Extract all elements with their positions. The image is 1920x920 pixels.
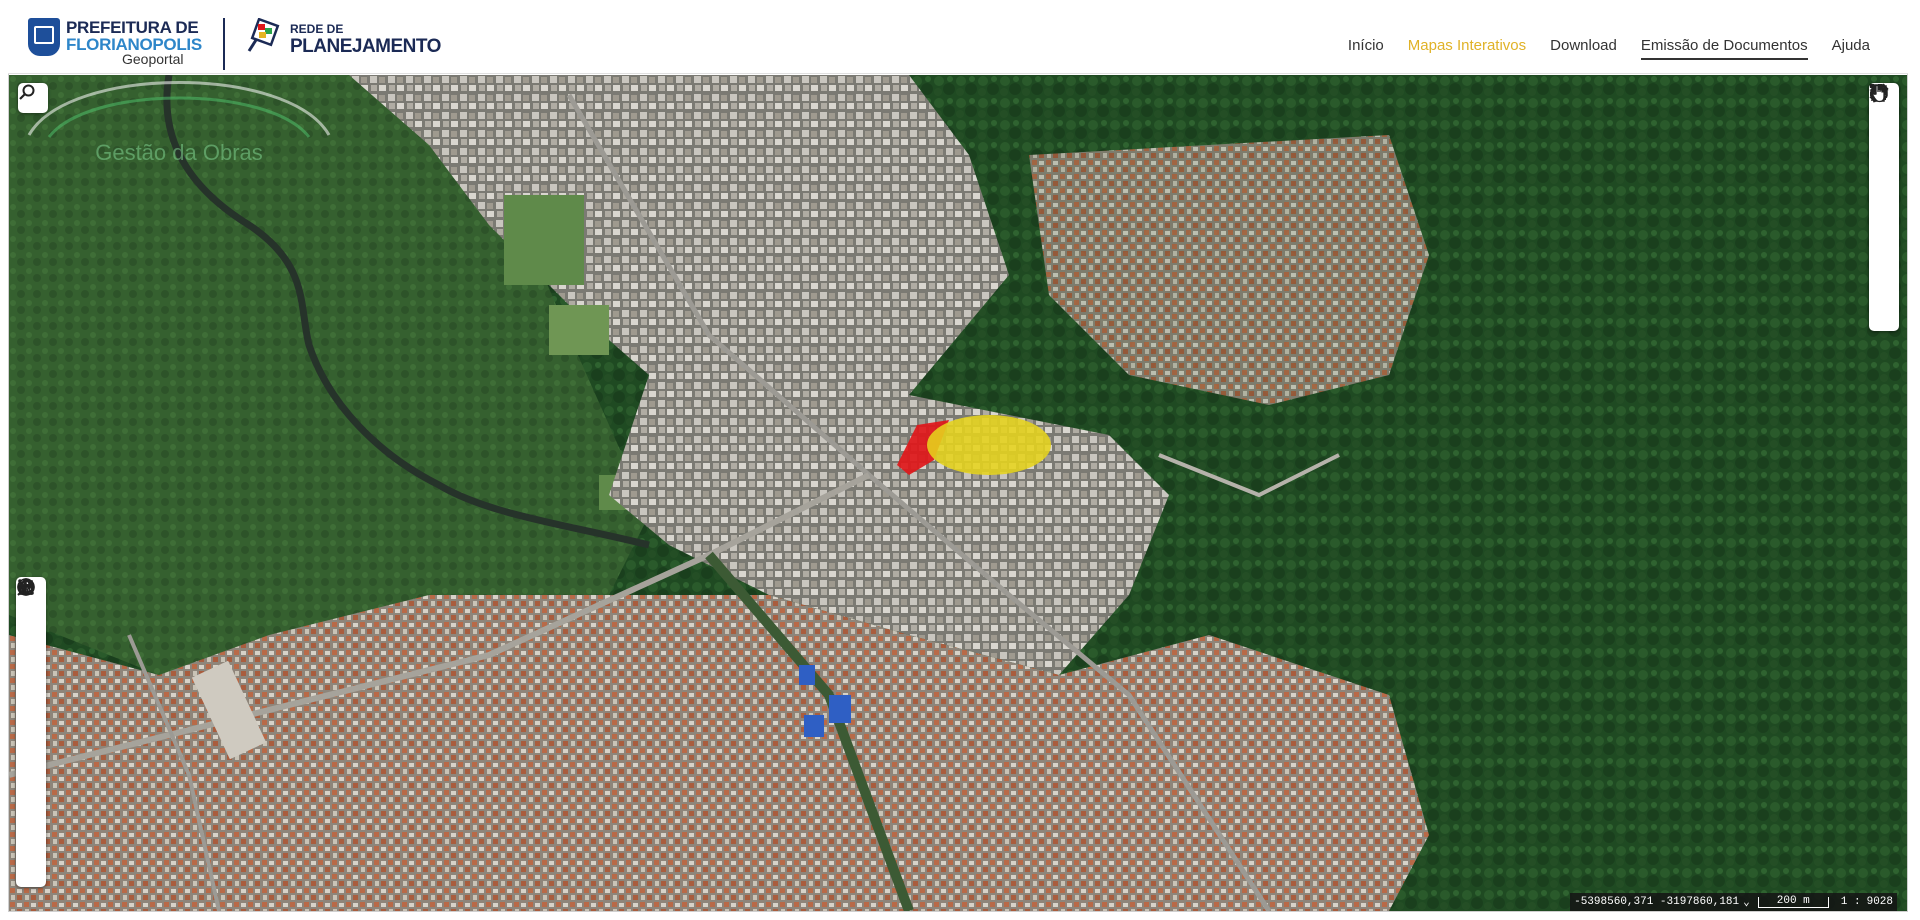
print-button[interactable] (1869, 84, 1899, 176)
export-button[interactable] (1869, 86, 1899, 300)
map-watermark: Gestão da Obras (27, 81, 331, 165)
area-select-icon (18, 579, 34, 595)
info-button[interactable] (1869, 85, 1899, 269)
rede-mark-icon (247, 18, 280, 52)
redo-button[interactable] (16, 580, 46, 825)
scale-bar: 200 m (1757, 895, 1829, 908)
search-icon (19, 84, 35, 100)
rede-planejamento-logo[interactable]: REDE DE PLANEJAMENTO (242, 14, 441, 68)
satellite-imagery (9, 75, 1907, 911)
draw-button[interactable] (1869, 84, 1899, 238)
city-crest-icon (28, 18, 60, 56)
measure-button[interactable] (1869, 83, 1899, 207)
left-map-toolbar (16, 577, 46, 887)
watermark-text: Gestão da Obras (95, 140, 263, 165)
satellite-map[interactable]: Gestão da Obras -5398560,371 -3197860,18… (9, 75, 1907, 911)
scale-ratio-value[interactable]: 9028 (1867, 896, 1893, 908)
area-select-button[interactable] (16, 579, 46, 887)
zoom-out-button[interactable] (16, 585, 46, 701)
pan-button[interactable] (16, 578, 46, 732)
basemap-button[interactable] (1869, 84, 1899, 145)
scale-ratio-prefix: 1 : (1840, 896, 1861, 908)
prefeitura-logo[interactable]: PREFEITURA DE FLORIANOPOLIS Geoportal (28, 12, 206, 70)
nav-mapas-interativos[interactable]: Mapas Interativos (1408, 37, 1526, 60)
header: PREFEITURA DE FLORIANOPOLIS Geoportal RE… (8, 8, 1908, 74)
cursor-coordinates: -5398560,371 -3197860,181 (1574, 896, 1740, 908)
map-status-bar: -5398560,371 -3197860,181 ⌄ 200 m 1 : 90… (1570, 893, 1897, 911)
zoom-in-button[interactable] (16, 579, 46, 670)
nav-download[interactable]: Download (1550, 37, 1617, 60)
map-search-button[interactable] (18, 83, 48, 113)
identify-button[interactable] (1869, 84, 1899, 331)
nav-emissao-documentos[interactable]: Emissão de Documentos (1640, 37, 1808, 60)
undo-button[interactable] (16, 580, 46, 794)
identify-hand-icon (1871, 84, 1885, 103)
projection-dropdown-icon[interactable]: ⌄ (1743, 895, 1750, 909)
logo-subtitle: Geoportal (122, 51, 184, 67)
nav-inicio[interactable]: Início (1348, 37, 1384, 60)
right-map-toolbar (1869, 83, 1899, 331)
zoom-extent-button[interactable] (16, 579, 46, 639)
rede-title-line2: PLANEJAMENTO (290, 36, 441, 57)
logo-divider (223, 18, 225, 70)
nav-ajuda[interactable]: Ajuda (1832, 37, 1870, 60)
rede-title-line1: REDE DE (290, 22, 344, 36)
fullscreen-button[interactable] (16, 580, 46, 856)
main-nav: Início Mapas Interativos Download Emissã… (1324, 37, 1870, 60)
home-button[interactable] (16, 578, 46, 763)
